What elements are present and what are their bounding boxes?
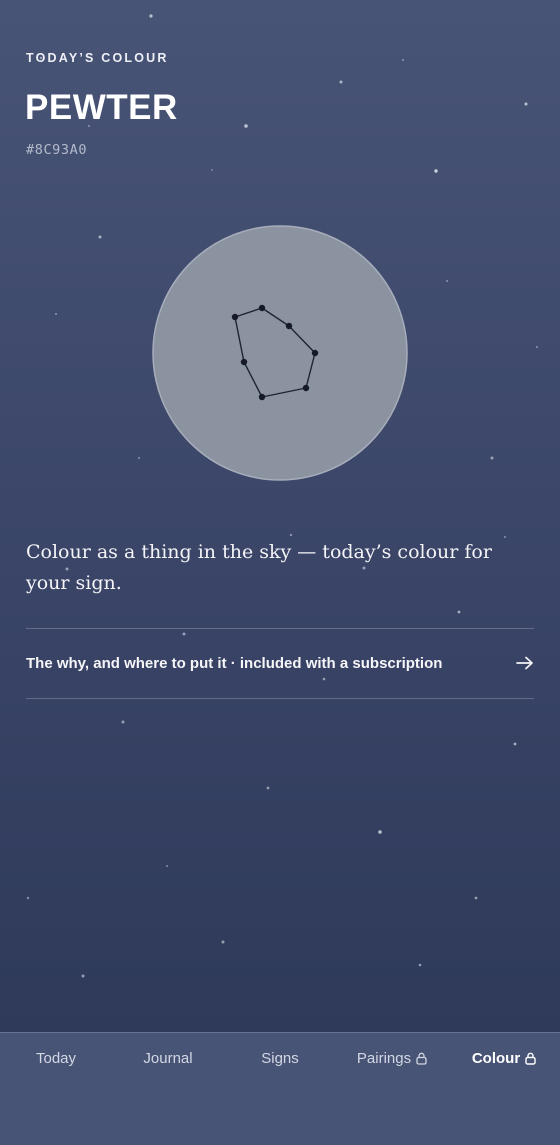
- tab-journal[interactable]: Journal: [112, 1046, 224, 1070]
- tab-pairings[interactable]: Pairings: [336, 1046, 448, 1070]
- tab-label: Today: [35, 1049, 77, 1067]
- tab-label: Signs: [261, 1049, 299, 1067]
- subscription-link[interactable]: The why, and where to put it · included …: [26, 640, 534, 686]
- tab-signs[interactable]: Signs: [224, 1046, 336, 1070]
- colour-swatch: [152, 225, 408, 481]
- divider-top: [26, 628, 534, 629]
- colour-name-title: PEWTER: [25, 88, 178, 127]
- colour-hex-code: #8C93A0: [26, 142, 88, 158]
- divider-bottom: [26, 698, 534, 699]
- bottom-tab-bar: Today Journal Signs Pairings Colour: [0, 1032, 560, 1145]
- tab-label: Pairings: [356, 1049, 412, 1067]
- colour-swatch-circle: [152, 225, 408, 481]
- tagline-text: Colour as a thing in the sky — today’s c…: [26, 541, 492, 594]
- tab-today[interactable]: Today: [0, 1046, 112, 1070]
- lock-icon: [416, 1052, 427, 1065]
- section-eyebrow: TODAY’S COLOUR: [26, 51, 169, 65]
- tab-label: Colour: [471, 1049, 521, 1067]
- subscription-link-label: The why, and where to put it · included …: [26, 654, 443, 672]
- tab-label: Journal: [143, 1049, 193, 1067]
- arrow-right-icon: [516, 656, 533, 670]
- tab-colour[interactable]: Colour: [448, 1046, 560, 1070]
- lock-icon: [525, 1052, 536, 1065]
